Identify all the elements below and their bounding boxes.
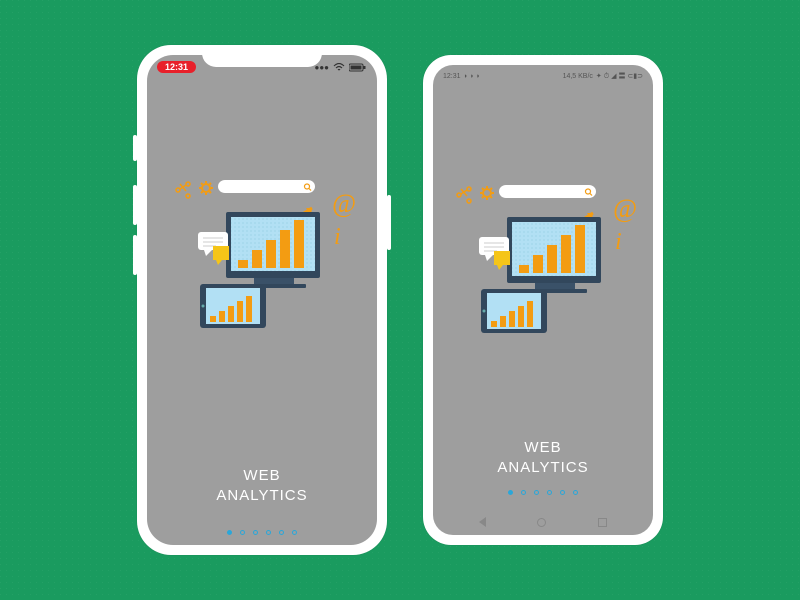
android-screen[interactable]: 12:31 ◗ ◗ ◗ 14,5 KB/c ✦ ⏱ ◢ 〓 ⊂▮⊃ WEBANA… [433,65,653,535]
hero-illustration [147,160,377,360]
nav-recent-icon[interactable] [598,518,607,527]
notification-icons: ◗ ◗ ◗ [464,73,481,80]
page-indicator[interactable] [147,530,377,535]
data-rate: 14,5 KB/c [563,73,593,80]
page-dot[interactable] [279,530,284,535]
nav-home-icon[interactable] [537,518,546,527]
page-dot[interactable] [240,530,245,535]
ios-time: 12:31 [157,61,196,73]
nav-back-icon[interactable] [479,517,486,527]
wifi-icon [333,63,345,72]
page-dot[interactable] [508,490,513,495]
page-dot[interactable] [292,530,297,535]
page-title: WEBANALYTICS [433,438,653,477]
android-time: 12:31 [443,73,461,80]
iphone-frame: 12:31 ●●● WEBANALYTICS [137,45,387,555]
page-dot[interactable] [253,530,258,535]
page-dot[interactable] [534,490,539,495]
power-button [387,195,391,250]
iphone-notch [202,45,322,67]
page-indicator[interactable] [433,490,653,495]
android-navbar [433,517,653,527]
page-dot[interactable] [521,490,526,495]
page-dot[interactable] [560,490,565,495]
android-frame: 12:31 ◗ ◗ ◗ 14,5 KB/c ✦ ⏱ ◢ 〓 ⊂▮⊃ WEBANA… [423,55,663,545]
page-title: WEBANALYTICS [147,466,377,505]
page-dot[interactable] [266,530,271,535]
mute-switch [133,135,137,161]
battery-icon [349,63,367,72]
page-dot[interactable] [573,490,578,495]
status-icons: ✦ ⏱ ◢ 〓 ⊂▮⊃ [596,71,643,81]
volume-down [133,235,137,275]
hero-illustration [433,165,653,365]
android-status-bar: 12:31 ◗ ◗ ◗ 14,5 KB/c ✦ ⏱ ◢ 〓 ⊂▮⊃ [433,68,653,84]
page-dot[interactable] [227,530,232,535]
volume-up [133,185,137,225]
iphone-screen[interactable]: 12:31 ●●● WEBANALYTICS [147,55,377,545]
page-dot[interactable] [547,490,552,495]
